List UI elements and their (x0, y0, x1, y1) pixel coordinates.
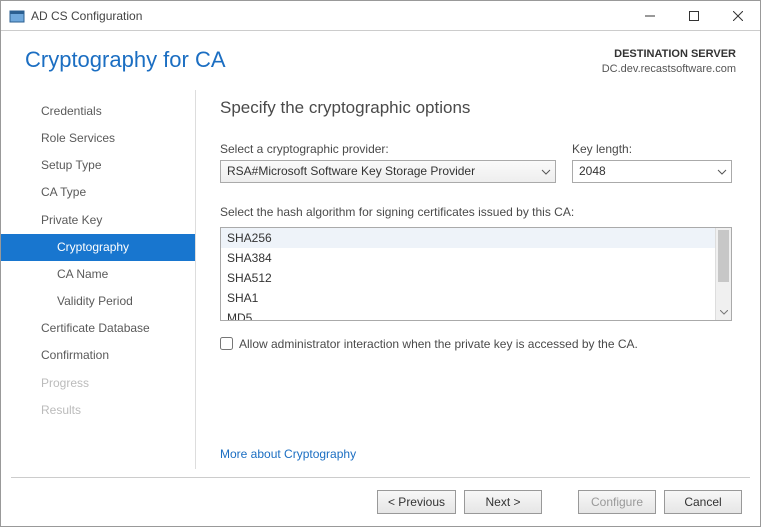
configure-button[interactable]: Configure (578, 490, 656, 514)
provider-value: RSA#Microsoft Software Key Storage Provi… (227, 164, 475, 178)
hash-option[interactable]: SHA256 (221, 228, 715, 248)
sidebar-item-ca-name[interactable]: CA Name (1, 261, 196, 288)
provider-label: Select a cryptographic provider: (220, 142, 556, 156)
scrollbar-thumb[interactable] (718, 230, 729, 282)
keylen-label: Key length: (572, 142, 732, 156)
sidebar-item-private-key[interactable]: Private Key (1, 207, 196, 234)
titlebar: AD CS Configuration (1, 1, 760, 31)
page-heading: Cryptography for CA (25, 47, 602, 73)
scrollbar[interactable] (715, 228, 731, 320)
page-subtitle: Specify the cryptographic options (220, 98, 732, 118)
hash-option[interactable]: SHA512 (221, 268, 715, 288)
cancel-button[interactable]: Cancel (664, 490, 742, 514)
provider-dropdown[interactable]: RSA#Microsoft Software Key Storage Provi… (220, 160, 556, 183)
maximize-button[interactable] (672, 1, 716, 31)
sidebar-item-cryptography[interactable]: Cryptography (1, 234, 196, 261)
sidebar-item-credentials[interactable]: Credentials (1, 98, 196, 125)
hash-label: Select the hash algorithm for signing ce… (220, 205, 732, 219)
hash-option[interactable]: SHA1 (221, 288, 715, 308)
sidebar-item-ca-type[interactable]: CA Type (1, 179, 196, 206)
keylen-dropdown[interactable]: 2048 (572, 160, 732, 183)
keylen-value: 2048 (579, 164, 606, 178)
wizard-sidebar: CredentialsRole ServicesSetup TypeCA Typ… (1, 86, 196, 477)
wizard-header: Cryptography for CA DESTINATION SERVER D… (1, 31, 760, 86)
previous-button[interactable]: < Previous (377, 490, 456, 514)
admin-interaction-label: Allow administrator interaction when the… (239, 337, 638, 351)
hash-option[interactable]: MD5 (221, 308, 715, 320)
destination-label: DESTINATION SERVER (602, 47, 736, 62)
hash-listbox[interactable]: SHA256SHA384SHA512SHA1MD5 (220, 227, 732, 321)
admin-interaction-checkbox-row[interactable]: Allow administrator interaction when the… (220, 337, 732, 351)
admin-interaction-checkbox[interactable] (220, 337, 233, 350)
sidebar-item-confirmation[interactable]: Confirmation (1, 342, 196, 369)
app-icon (9, 8, 25, 24)
sidebar-item-results: Results (1, 397, 196, 424)
wizard-main: Specify the cryptographic options Select… (196, 86, 760, 477)
destination-value: DC.dev.recastsoftware.com (602, 62, 736, 77)
chevron-down-icon (541, 164, 551, 178)
window-title: AD CS Configuration (31, 9, 142, 23)
destination-server: DESTINATION SERVER DC.dev.recastsoftware… (602, 47, 736, 78)
sidebar-item-certificate-database[interactable]: Certificate Database (1, 315, 196, 342)
sidebar-item-progress: Progress (1, 370, 196, 397)
wizard-footer: < Previous Next > Configure Cancel (1, 478, 760, 526)
next-button[interactable]: Next > (464, 490, 542, 514)
scroll-down-icon[interactable] (716, 306, 731, 320)
sidebar-item-role-services[interactable]: Role Services (1, 125, 196, 152)
sidebar-item-validity-period[interactable]: Validity Period (1, 288, 196, 315)
sidebar-item-setup-type[interactable]: Setup Type (1, 152, 196, 179)
more-about-link[interactable]: More about Cryptography (220, 447, 732, 461)
close-button[interactable] (716, 1, 760, 31)
minimize-button[interactable] (628, 1, 672, 31)
hash-option[interactable]: SHA384 (221, 248, 715, 268)
chevron-down-icon (717, 164, 727, 178)
